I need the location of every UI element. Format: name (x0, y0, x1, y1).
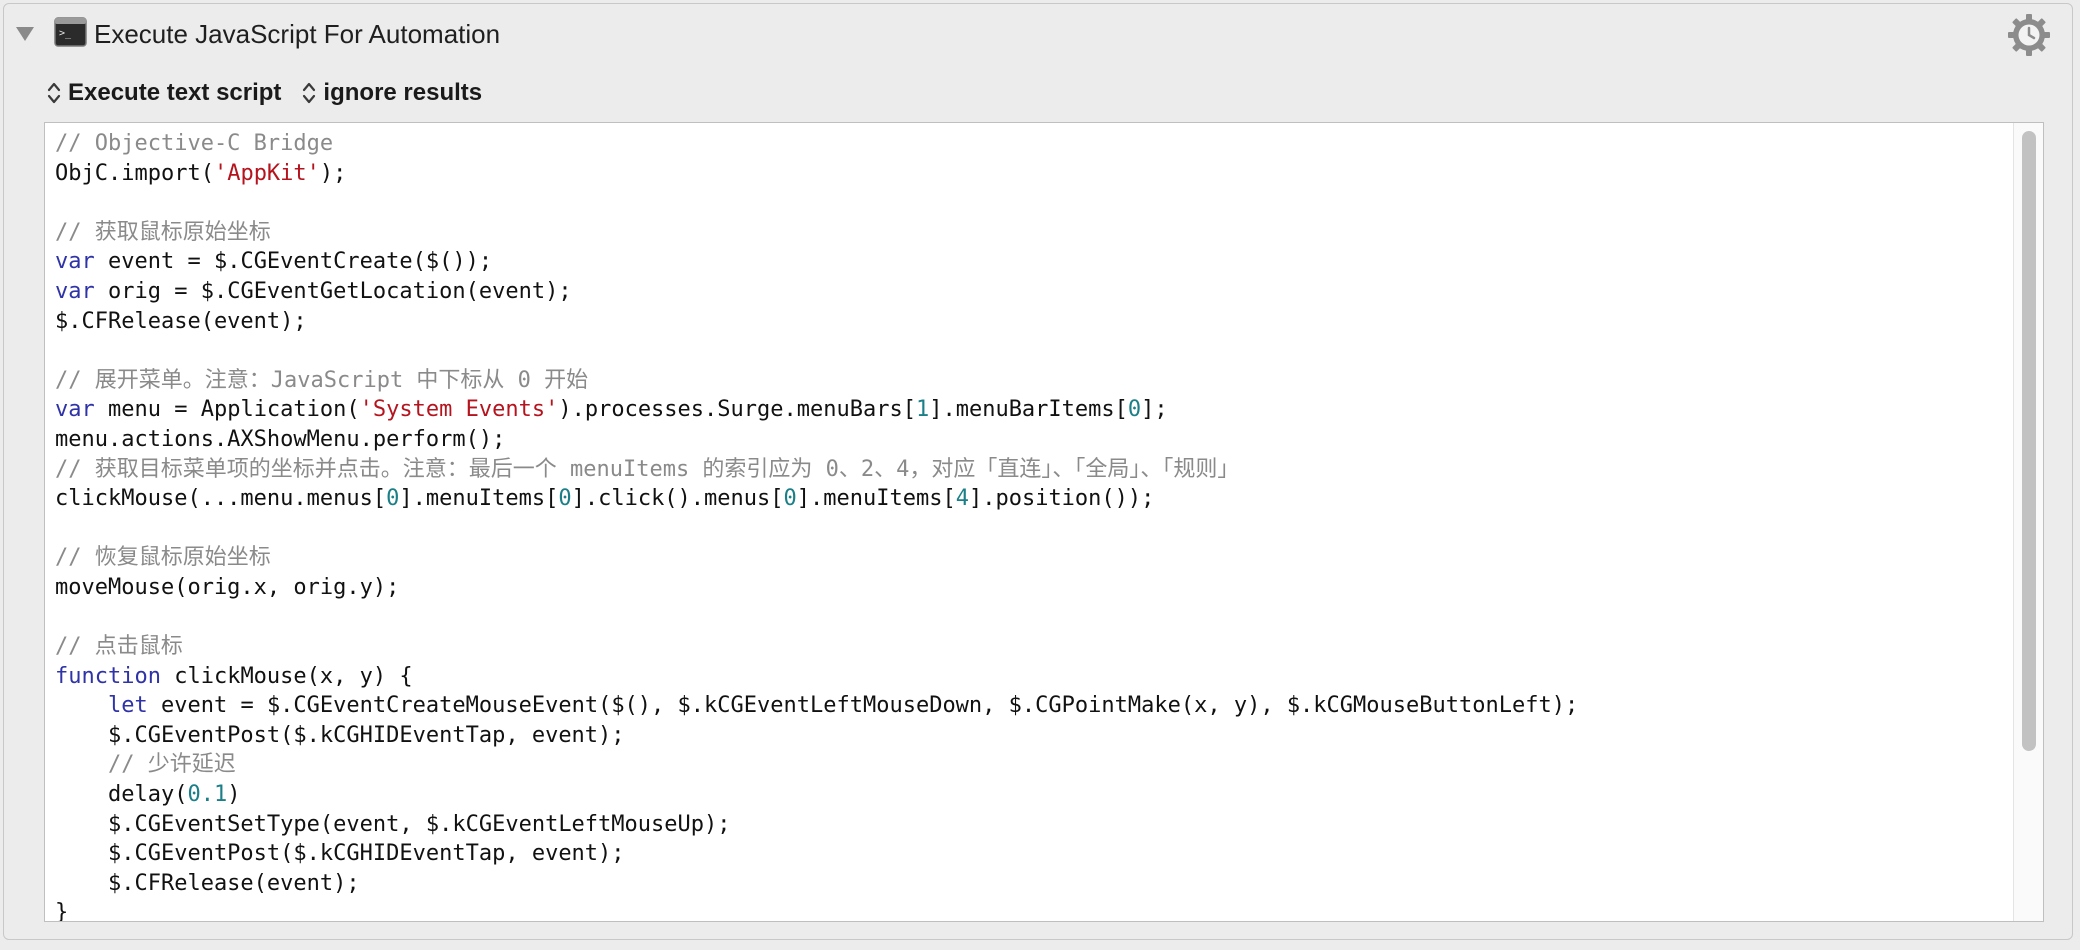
code-line: $.CGEventSetType(event, $.kCGEventLeftMo… (55, 810, 2003, 840)
code-line: ObjC.import('AppKit'); (55, 159, 2003, 189)
code-token: var (55, 249, 95, 275)
code-token: ); (319, 160, 347, 186)
result-mode-label: ignore results (323, 79, 483, 106)
code-line: var orig = $.CGEventGetLocation(event); (55, 277, 2003, 307)
execute-mode-popup[interactable]: Execute text script (46, 79, 281, 107)
action-title: Execute JavaScript For Automation (94, 19, 501, 49)
execute-mode-label: Execute text script (68, 79, 282, 106)
code-token: ) (227, 782, 241, 808)
code-line: // 获取目标菜单项的坐标并点击。注意：最后一个 menuItems 的索引应为… (55, 455, 2003, 485)
code-line: menu.actions.AXShowMenu.perform(); (55, 425, 2003, 455)
code-token: moveMouse(orig.x, orig.y); (55, 574, 400, 600)
code-token: $.CGEventSetType(event, $.kCGEventLeftMo… (55, 811, 731, 837)
code-token: $.CGEventPost($.kCGHIDEventTap, event); (55, 722, 625, 748)
code-token: ObjC.import( (55, 160, 214, 186)
code-token: // 获取目标菜单项的坐标并点击。注意：最后一个 menuItems 的索引应为… (55, 456, 1240, 482)
code-token: ].menuItems[ (399, 486, 559, 512)
code-token: // 展开菜单。注意：JavaScript 中下标从 0 开始 (55, 367, 589, 393)
code-line: moveMouse(orig.x, orig.y); (55, 573, 2003, 603)
code-token: event = $.CGEventCreate($()); (94, 249, 493, 275)
code-line: var menu = Application('System Events').… (55, 395, 2003, 425)
gear-clock-icon[interactable] (2006, 12, 2052, 58)
updown-chevron-icon (303, 82, 316, 104)
code-token: // 恢复鼠标原始坐标 (55, 545, 271, 571)
code-token: $.CGEventPost($.kCGHIDEventTap, event); (55, 841, 625, 867)
code-token: // 点击鼠标 (55, 634, 183, 660)
code-token: 0 (783, 486, 797, 512)
code-token: var (55, 397, 95, 423)
code-token: ].menuItems[ (796, 486, 956, 512)
triangle-down-icon[interactable] (14, 24, 36, 44)
code-line: var event = $.CGEventCreate($()); (55, 247, 2003, 277)
code-token: clickMouse(x, y) { (160, 663, 413, 689)
code-token: menu = Application( (94, 397, 360, 423)
code-token: ].position()); (968, 486, 1155, 512)
code-line: $.CGEventPost($.kCGHIDEventTap, event); (55, 721, 2003, 751)
code-line: // Objective-C Bridge (55, 129, 2003, 159)
code-token: 0 (1127, 397, 1142, 423)
code-token: // 少许延迟 (107, 752, 236, 778)
code-token: 0 (386, 486, 400, 512)
code-line: let event = $.CGEventCreateMouseEvent($(… (55, 691, 2003, 721)
code-line: // 恢复鼠标原始坐标 (55, 543, 2003, 573)
code-line: $.CFRelease(event); (55, 307, 2003, 337)
code-text[interactable]: // Objective-C Bridge ObjC.import('AppKit… (55, 129, 2003, 922)
code-token: // Objective-C Bridge (55, 131, 334, 156)
code-token: var (55, 278, 95, 304)
code-line: // 点击鼠标 (55, 632, 2003, 662)
code-token: function (55, 663, 161, 689)
code-token: clickMouse(...menu.menus[ (55, 486, 387, 512)
code-line: clickMouse(...menu.menus[0].menuItems[0]… (55, 484, 2003, 514)
code-line: delay(0.1) (55, 780, 2003, 810)
code-token: // 获取鼠标原始坐标 (55, 219, 271, 245)
svg-text:>_: >_ (59, 28, 72, 39)
code-token: 0.1 (187, 782, 228, 808)
code-token: ].menuBarItems[ (929, 397, 1128, 423)
result-mode-popup[interactable]: ignore results (301, 79, 482, 107)
action-panel: >_ Execute JavaScript For Automation Exe… (3, 3, 2073, 940)
code-line: $.CGEventPost($.kCGHIDEventTap, event); (55, 839, 2003, 869)
code-token: ].click().menus[ (571, 486, 784, 512)
code-token: event = $.CGEventCreateMouseEvent($(), $… (147, 693, 1579, 719)
code-token: 4 (955, 486, 969, 512)
scroll-thumb[interactable] (2022, 131, 2036, 751)
code-line: $.CFRelease(event); (55, 869, 2003, 899)
code-line: } (55, 898, 2003, 922)
code-token: ).processes.Surge.menuBars[ (558, 397, 916, 423)
code-token: ]; (1141, 397, 1168, 423)
code-token: delay( (55, 782, 188, 808)
script-editor[interactable]: // Objective-C Bridge ObjC.import('AppKit… (44, 122, 2044, 922)
code-token: $.CFRelease(event); (55, 870, 360, 896)
vertical-scrollbar[interactable] (2013, 123, 2043, 921)
code-token: 'System Events' (359, 397, 559, 423)
code-token: 0 (558, 486, 572, 512)
code-token: orig = $.CGEventGetLocation(event); (94, 278, 572, 304)
code-line: function clickMouse(x, y) { (55, 662, 2003, 692)
terminal-icon: >_ (54, 17, 87, 47)
code-token: $.CFRelease(event); (55, 308, 307, 334)
updown-chevron-icon (47, 82, 61, 104)
code-line: // 获取鼠标原始坐标 (55, 218, 2003, 248)
code-token: 'AppKit' (213, 160, 320, 186)
code-line: // 少许延迟 (55, 750, 2003, 780)
code-token: menu.actions.AXShowMenu.perform(); (55, 426, 506, 452)
options-bar: Execute text script ignore results (46, 76, 502, 110)
code-token: 1 (915, 397, 930, 423)
code-token: } (55, 900, 69, 922)
code-line: // 展开菜单。注意：JavaScript 中下标从 0 开始 (55, 366, 2003, 396)
code-token: let (107, 693, 148, 719)
